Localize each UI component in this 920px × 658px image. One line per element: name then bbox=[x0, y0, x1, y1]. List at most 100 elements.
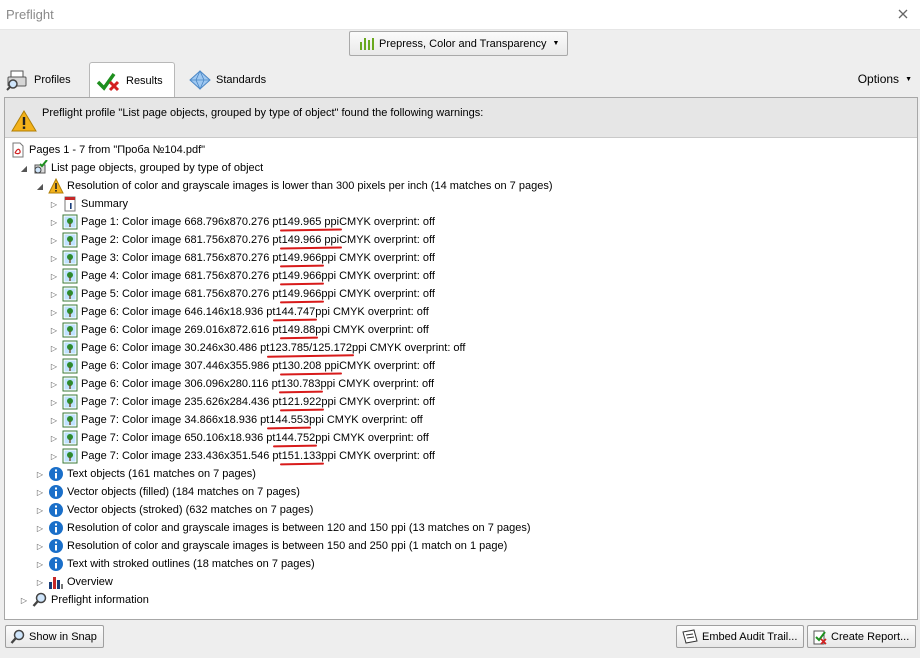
info-result-row[interactable]: ▷ Vector objects (stroked) (632 matches o… bbox=[5, 501, 917, 519]
image-result-suffix: CMYK overprint: off bbox=[339, 234, 435, 246]
image-icon bbox=[62, 358, 78, 374]
image-result-suffix: ppi CMYK overprint: off bbox=[309, 414, 423, 426]
image-result-row[interactable]: ▷ Page 5: Color image 681.756x870.276 pt … bbox=[5, 285, 917, 303]
image-result-row[interactable]: ▷ Page 1: Color image 668.796x870.276 pt … bbox=[5, 213, 917, 231]
printer-magnifier-icon bbox=[6, 70, 27, 91]
info-result-row[interactable]: ▷ Resolution of color and grayscale image… bbox=[5, 519, 917, 537]
expand-arrow-icon[interactable]: ▷ bbox=[36, 577, 44, 587]
bar-chart-icon bbox=[49, 577, 63, 589]
chevron-down-icon: ▼ bbox=[552, 40, 560, 47]
image-ppi-value: 144.752 bbox=[275, 432, 316, 444]
expand-arrow-icon[interactable]: ▷ bbox=[36, 559, 44, 569]
expand-arrow-icon[interactable]: ▷ bbox=[36, 505, 44, 515]
image-result-prefix: Page 2: Color image 681.756x870.276 pt bbox=[81, 234, 282, 246]
image-ppi-value: 130.783 bbox=[280, 378, 321, 390]
expand-arrow-icon[interactable]: ▷ bbox=[50, 271, 58, 281]
expand-arrow-icon[interactable]: ▷ bbox=[36, 487, 44, 497]
tree-resolution-node[interactable]: ◢ Resolution of color and grayscale imag… bbox=[5, 177, 917, 195]
tab-results[interactable]: Results bbox=[89, 62, 175, 98]
expand-arrow-icon[interactable]: ▷ bbox=[50, 325, 58, 335]
image-result-row[interactable]: ▷ Page 6: Color image 307.446x355.986 pt … bbox=[5, 357, 917, 375]
options-label: Options bbox=[857, 72, 900, 86]
tree-overview-label: Overview bbox=[67, 576, 113, 588]
expand-arrow-icon[interactable]: ▷ bbox=[36, 523, 44, 533]
tree-overview[interactable]: ▷ Overview bbox=[5, 573, 917, 591]
info-result-row[interactable]: ▷ Resolution of color and grayscale image… bbox=[5, 537, 917, 555]
image-result-prefix: Page 1: Color image 668.796x870.276 pt bbox=[81, 216, 282, 228]
image-result-suffix: ppi CMYK overprint: off bbox=[315, 306, 429, 318]
close-icon[interactable] bbox=[896, 7, 910, 21]
show-in-snap-button[interactable]: Show in Snap bbox=[5, 625, 104, 648]
bottom-toolbar: Show in Snap Embed Audit Trail... Create… bbox=[0, 620, 920, 658]
image-list: ▷ Page 1: Color image 668.796x870.276 pt … bbox=[5, 213, 917, 465]
expand-arrow-icon[interactable]: ▷ bbox=[50, 235, 58, 245]
info-icon bbox=[49, 539, 63, 553]
preflight-main: Prepress, Color and Transparency ▼ Profi… bbox=[0, 30, 920, 658]
image-result-row[interactable]: ▷ Page 7: Color image 235.626x284.436 pt … bbox=[5, 393, 917, 411]
image-result-row[interactable]: ▷ Page 3: Color image 681.756x870.276 pt … bbox=[5, 249, 917, 267]
magnifier-icon bbox=[32, 592, 47, 607]
expand-arrow-icon[interactable]: ▷ bbox=[50, 343, 58, 353]
image-result-row[interactable]: ▷ Page 7: Color image 233.436x351.546 pt … bbox=[5, 447, 917, 465]
create-report-button[interactable]: Create Report... bbox=[807, 625, 917, 648]
image-result-row[interactable]: ▷ Page 6: Color image 30.246x30.486 pt 12… bbox=[5, 339, 917, 357]
image-ppi-value: 121.922 bbox=[281, 396, 322, 408]
image-result-suffix: ppi CMYK overprint: off bbox=[321, 252, 435, 264]
image-result-row[interactable]: ▷ Page 7: Color image 34.866x18.936 pt 14… bbox=[5, 411, 917, 429]
expand-arrow-icon[interactable]: ▷ bbox=[50, 253, 58, 263]
tree-profile-node[interactable]: ◢ List page objects, grouped by type of … bbox=[5, 159, 917, 177]
image-icon bbox=[62, 268, 78, 284]
expand-arrow-icon[interactable]: ▷ bbox=[50, 289, 58, 299]
info-result-row[interactable]: ▷ Text objects (161 matches on 7 pages) bbox=[5, 465, 917, 483]
image-result-row[interactable]: ▷ Page 7: Color image 650.106x18.936 pt 1… bbox=[5, 429, 917, 447]
expand-arrow-icon[interactable]: ▷ bbox=[50, 433, 58, 443]
collapse-arrow-icon[interactable]: ◢ bbox=[20, 163, 28, 173]
image-result-row[interactable]: ▷ Page 2: Color image 681.756x870.276 pt … bbox=[5, 231, 917, 249]
image-icon bbox=[62, 412, 78, 428]
info-result-label: Text with stroked outlines (18 matches o… bbox=[67, 558, 315, 570]
report-icon bbox=[813, 630, 827, 645]
expand-arrow-icon[interactable]: ▷ bbox=[50, 415, 58, 425]
image-ppi-value: 149.965 ppi bbox=[281, 216, 340, 228]
image-icon bbox=[62, 376, 78, 392]
image-result-row[interactable]: ▷ Page 6: Color image 269.016x872.616 pt … bbox=[5, 321, 917, 339]
expand-arrow-icon[interactable]: ▷ bbox=[20, 595, 28, 605]
warning-icon bbox=[11, 110, 37, 132]
tab-profiles[interactable]: Profiles bbox=[6, 63, 78, 97]
image-ppi-value: 149.966 bbox=[281, 270, 322, 282]
expand-arrow-icon[interactable]: ▷ bbox=[36, 469, 44, 479]
show-in-snap-label: Show in Snap bbox=[29, 630, 97, 643]
image-result-suffix: ppi CMYK overprint: off bbox=[321, 396, 435, 408]
image-result-prefix: Page 6: Color image 306.096x280.116 pt bbox=[81, 378, 281, 390]
image-result-row[interactable]: ▷ Page 6: Color image 306.096x280.116 pt … bbox=[5, 375, 917, 393]
image-result-row[interactable]: ▷ Page 6: Color image 646.146x18.936 pt 1… bbox=[5, 303, 917, 321]
info-icon bbox=[49, 485, 63, 499]
image-result-suffix: ppi CMYK overprint: off bbox=[321, 288, 435, 300]
expand-arrow-icon[interactable]: ▷ bbox=[50, 217, 58, 227]
image-result-row[interactable]: ▷ Page 4: Color image 681.756x870.276 pt … bbox=[5, 267, 917, 285]
info-result-label: Resolution of color and grayscale images… bbox=[67, 540, 508, 552]
tree-summary[interactable]: ▷ Summary bbox=[5, 195, 917, 213]
tab-results-label: Results bbox=[126, 74, 163, 87]
tree-preflight-info[interactable]: ▷ Preflight information bbox=[5, 591, 917, 609]
info-result-row[interactable]: ▷ Text with stroked outlines (18 matches … bbox=[5, 555, 917, 573]
expand-arrow-icon[interactable]: ▷ bbox=[50, 199, 58, 209]
tab-standards[interactable]: Standards bbox=[188, 63, 278, 97]
expand-arrow-icon[interactable]: ▷ bbox=[36, 541, 44, 551]
profile-check-icon bbox=[34, 160, 48, 174]
info-result-row[interactable]: ▷ Vector objects (filled) (184 matches on… bbox=[5, 483, 917, 501]
expand-arrow-icon[interactable]: ▷ bbox=[50, 307, 58, 317]
other-results-list: ▷ Text objects (161 matches on 7 pages) ▷ V… bbox=[5, 465, 917, 573]
image-icon bbox=[62, 232, 78, 248]
expand-arrow-icon[interactable]: ▷ bbox=[50, 397, 58, 407]
expand-arrow-icon[interactable]: ▷ bbox=[50, 451, 58, 461]
embed-audit-trail-button[interactable]: Embed Audit Trail... bbox=[676, 625, 805, 648]
profile-dropdown[interactable]: Prepress, Color and Transparency ▼ bbox=[349, 31, 568, 56]
expand-arrow-icon[interactable]: ▷ bbox=[50, 379, 58, 389]
collapse-arrow-icon[interactable]: ◢ bbox=[36, 181, 44, 191]
expand-arrow-icon[interactable]: ▷ bbox=[50, 361, 58, 371]
check-cross-icon bbox=[96, 72, 120, 91]
options-menu[interactable]: Options ▼ bbox=[858, 72, 912, 86]
chevron-down-icon: ▼ bbox=[905, 75, 912, 83]
tree-root[interactable]: Pages 1 - 7 from "Проба №104.pdf" bbox=[5, 141, 917, 159]
